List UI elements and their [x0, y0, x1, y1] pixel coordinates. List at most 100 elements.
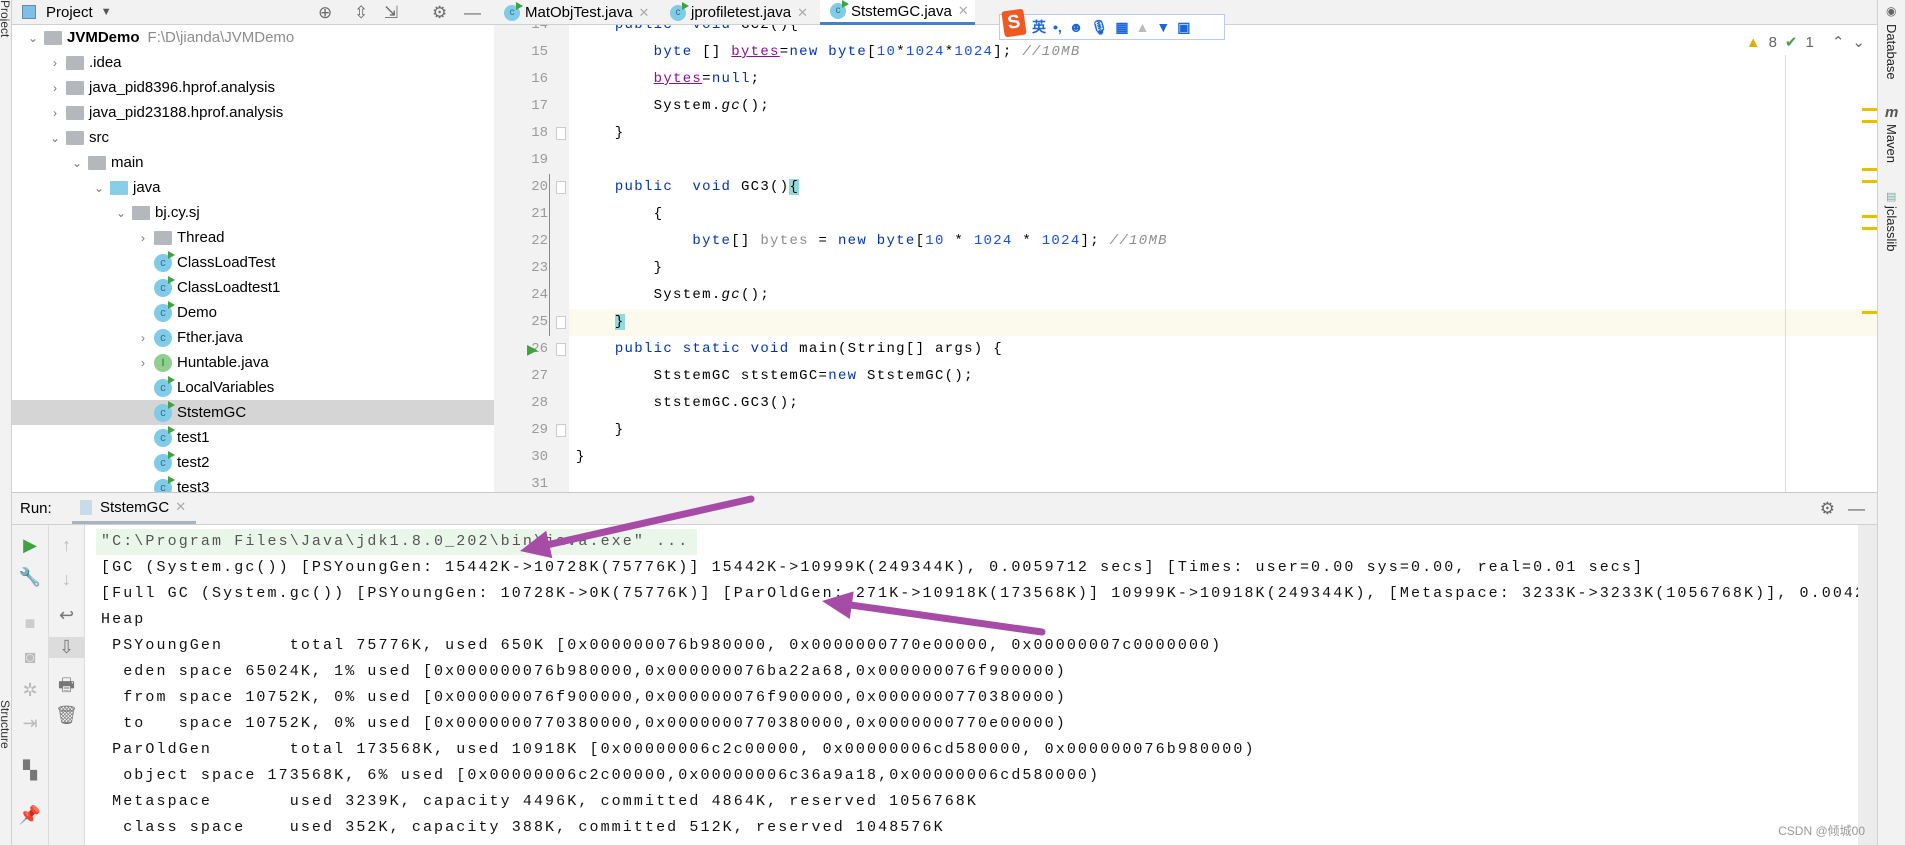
- tab-jprofiletest[interactable]: c jprofiletest.java ✕: [660, 0, 814, 25]
- tree-item[interactable]: c ClassLoadTest: [12, 250, 494, 275]
- scroll-to-end-icon[interactable]: ⇩: [49, 637, 84, 658]
- chevron-down-icon[interactable]: ▼: [101, 6, 112, 18]
- next-highlight-icon[interactable]: ⌄: [1852, 33, 1865, 51]
- previous-highlight-icon[interactable]: ⌃: [1832, 33, 1845, 51]
- chevron-down-icon[interactable]: ⌄: [48, 131, 62, 145]
- soft-wrap-icon[interactable]: ↩: [49, 605, 84, 626]
- tree-item[interactable]: c test1: [12, 425, 494, 450]
- hide-icon[interactable]: —: [1848, 499, 1865, 519]
- fold-icon[interactable]: [556, 316, 566, 329]
- chevron-right-icon[interactable]: ›: [48, 106, 62, 120]
- database-tool-button[interactable]: Database: [1884, 24, 1899, 80]
- tree-item[interactable]: › java_pid23188.hprof.analysis: [12, 100, 494, 125]
- layout-icon[interactable]: ▚: [12, 760, 48, 781]
- trash-icon[interactable]: 🗑: [49, 705, 84, 726]
- fold-icon[interactable]: [556, 181, 566, 194]
- collapse-all-icon[interactable]: ⇲: [384, 3, 398, 23]
- code-editor[interactable]: 14 15 16 17 18 19 20 21 22 23 24 25 26 27 28 29 30 31 ▲ 8 …: [494, 25, 1877, 492]
- ime-language-toggle[interactable]: 英: [1032, 17, 1046, 37]
- tree-item[interactable]: › Thread: [12, 225, 494, 250]
- ime-punctuation-toggle[interactable]: •,: [1053, 19, 1062, 35]
- code-token: //10MB: [1022, 44, 1081, 60]
- console-line: to space 10752K, 0% used [0x000000077038…: [101, 715, 1067, 732]
- tree-item[interactable]: ⌄ JVMDemo F:\D\jianda\JVMDemo: [12, 25, 494, 50]
- run-tab-ststemgc[interactable]: StstemGC ✕: [72, 493, 196, 524]
- tree-item[interactable]: c StstemGC: [12, 400, 494, 425]
- tree-item[interactable]: › c Fther.java: [12, 325, 494, 350]
- console-scrollbar[interactable]: [1858, 525, 1877, 845]
- chevron-right-icon[interactable]: ›: [136, 331, 150, 345]
- exit-icon[interactable]: ⇥: [12, 713, 48, 734]
- chevron-right-icon[interactable]: ›: [48, 81, 62, 95]
- user-icon[interactable]: ▲: [1136, 19, 1150, 35]
- fold-icon[interactable]: [556, 127, 566, 140]
- tree-item[interactable]: c LocalVariables: [12, 375, 494, 400]
- project-tool-window-button[interactable]: Project: [0, 0, 12, 37]
- error-stripe-mark[interactable]: [1862, 168, 1877, 171]
- microphone-icon[interactable]: 🎙: [1091, 19, 1109, 36]
- warning-count: 8: [1768, 33, 1777, 51]
- tree-item[interactable]: c test2: [12, 450, 494, 475]
- tree-item[interactable]: c test3: [12, 475, 494, 492]
- code-line: }: [576, 444, 586, 471]
- camera-icon[interactable]: ◙: [12, 647, 48, 668]
- error-stripe-mark[interactable]: [1862, 180, 1877, 183]
- rerun-icon[interactable]: ▶: [12, 535, 48, 556]
- print-icon[interactable]: 🖶: [49, 673, 84, 703]
- console-output[interactable]: "C:\Program Files\Java\jdk1.8.0_202\bin\…: [85, 525, 1877, 845]
- stop-icon[interactable]: ■: [12, 613, 48, 634]
- arrow-up-icon[interactable]: ↑: [49, 535, 84, 556]
- emoji-icon[interactable]: ☻: [1069, 19, 1084, 35]
- tree-item[interactable]: c Demo: [12, 300, 494, 325]
- tree-item[interactable]: › java_pid8396.hprof.analysis: [12, 75, 494, 100]
- close-icon[interactable]: ✕: [958, 3, 969, 19]
- settings-icon[interactable]: ✲: [12, 680, 48, 701]
- line-number: 26: [531, 341, 548, 357]
- error-stripe-mark[interactable]: [1862, 227, 1877, 230]
- project-view-dropdown[interactable]: Project: [46, 4, 93, 21]
- close-icon[interactable]: ✕: [639, 5, 650, 21]
- chevron-down-icon[interactable]: ⌄: [70, 156, 84, 170]
- maven-tool-button[interactable]: Maven: [1884, 124, 1899, 163]
- fold-icon[interactable]: [556, 424, 566, 437]
- tab-ststemgc[interactable]: c StstemGC.java ✕: [820, 0, 975, 25]
- skin-icon[interactable]: ▼: [1156, 19, 1170, 35]
- wrench-icon[interactable]: 🔧: [12, 567, 48, 588]
- structure-tool-window-button[interactable]: Structure: [0, 700, 12, 749]
- error-stripe-mark[interactable]: [1862, 120, 1877, 123]
- fold-icon[interactable]: [556, 343, 566, 356]
- tree-item[interactable]: c ClassLoadtest1: [12, 275, 494, 300]
- error-stripe-mark[interactable]: [1862, 108, 1877, 111]
- tree-item[interactable]: ⌄ java: [12, 175, 494, 200]
- inspection-widget[interactable]: ▲ 8 ✔ 1 ⌃ ⌄: [1745, 33, 1865, 52]
- chevron-right-icon[interactable]: ›: [136, 356, 150, 370]
- tree-item[interactable]: › I Huntable.java: [12, 350, 494, 375]
- tab-matobjtest[interactable]: c MatObjTest.java ✕: [494, 0, 655, 25]
- tree-item[interactable]: › .idea: [12, 50, 494, 75]
- tree-item[interactable]: ⌄ main: [12, 150, 494, 175]
- warning-icon: ▲: [1745, 33, 1761, 51]
- keyboard-icon[interactable]: ▦: [1115, 19, 1128, 36]
- locate-icon[interactable]: ⊕: [318, 3, 332, 23]
- sogou-logo[interactable]: S: [1001, 8, 1027, 38]
- run-gutter-icon[interactable]: ▶: [527, 341, 538, 358]
- pin-icon[interactable]: 📌: [12, 805, 48, 826]
- expand-all-icon[interactable]: ⇳: [354, 3, 368, 23]
- tree-item[interactable]: ⌄ bj.cy.sj: [12, 200, 494, 225]
- gear-icon[interactable]: ⚙: [432, 3, 447, 23]
- close-icon[interactable]: ✕: [175, 499, 186, 515]
- chevron-down-icon[interactable]: ⌄: [26, 31, 40, 45]
- error-stripe-mark[interactable]: [1862, 215, 1877, 218]
- chevron-right-icon[interactable]: ›: [48, 56, 62, 70]
- chevron-down-icon[interactable]: ⌄: [92, 181, 106, 195]
- close-icon[interactable]: ✕: [797, 5, 808, 21]
- chevron-down-icon[interactable]: ⌄: [114, 206, 128, 220]
- arrow-down-icon[interactable]: ↓: [49, 569, 84, 590]
- hide-icon[interactable]: —: [464, 3, 481, 23]
- apps-grid-icon[interactable]: ▣: [1177, 19, 1190, 36]
- gear-icon[interactable]: ⚙: [1820, 499, 1835, 519]
- jclasslib-tool-button[interactable]: jclasslib: [1884, 206, 1899, 252]
- error-stripe-mark[interactable]: [1862, 311, 1877, 314]
- tree-item[interactable]: ⌄ src: [12, 125, 494, 150]
- chevron-right-icon[interactable]: ›: [136, 231, 150, 245]
